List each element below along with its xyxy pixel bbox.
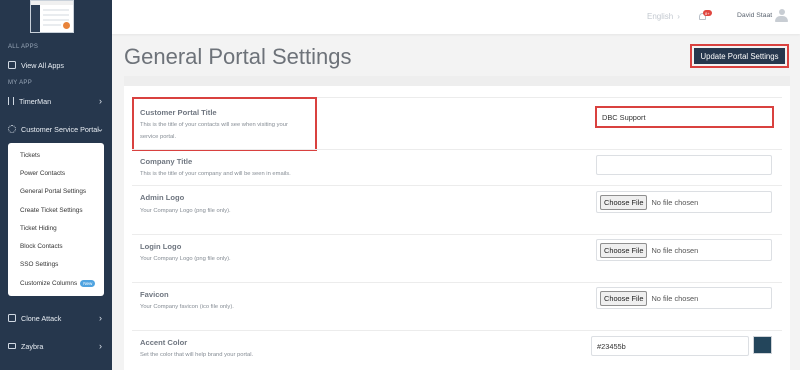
chevron-right-icon: › — [99, 96, 102, 106]
chevron-right-icon: › — [677, 12, 680, 21]
portal-title-label: Customer Portal Title — [140, 108, 217, 117]
row-divider — [132, 185, 782, 186]
page-title: General Portal Settings — [124, 44, 352, 69]
accent-color-swatch[interactable] — [753, 336, 772, 354]
sidebar-item-label: Customer Service Portal — [21, 124, 99, 134]
admin-logo-desc: Your Company Logo (png file only). — [140, 208, 231, 214]
notifications-bell[interactable]: 8+ — [698, 10, 712, 21]
avatar[interactable] — [775, 9, 788, 23]
company-title-label: Company Title — [140, 157, 193, 166]
sidebar-item-clone-attack[interactable]: Clone Attack › — [0, 307, 112, 329]
login-logo-file-input: Choose File No file chosen — [596, 239, 772, 261]
sidebar-item-zaybra[interactable]: Zaybra › — [0, 335, 112, 357]
sidebar-item-label: TimerMan — [19, 96, 52, 106]
chevron-right-icon: › — [99, 313, 102, 323]
submenu-item-power-contacts[interactable]: Power Contacts — [20, 170, 65, 177]
row-divider — [132, 234, 782, 235]
submenu-item-customize-columns[interactable]: Customize Columns New — [20, 280, 96, 288]
notification-count-badge: 8+ — [703, 10, 712, 16]
portal-title-desc-line1: This is the title of your contacts will … — [140, 122, 288, 128]
accent-color-desc: Set the color that will help brand your … — [140, 352, 254, 358]
row-divider — [132, 330, 782, 331]
new-badge: New — [80, 280, 96, 287]
submenu-item-sso-settings[interactable]: SSO Settings — [20, 261, 58, 268]
favicon-desc: Your Company favicon (ico file only). — [140, 304, 234, 310]
login-logo-file-status: No file chosen — [651, 245, 699, 255]
language-label: English — [647, 12, 674, 21]
row-divider — [132, 149, 782, 150]
clone-icon — [8, 314, 16, 322]
submenu-item-create-ticket-settings[interactable]: Create Ticket Settings — [20, 207, 83, 214]
chevron-right-icon: › — [99, 341, 102, 351]
user-name[interactable]: David Staat — [737, 12, 772, 19]
accent-color-input[interactable]: #23455b — [591, 336, 749, 356]
portal-submenu — [8, 143, 104, 296]
admin-logo-file-status: No file chosen — [651, 197, 699, 207]
sidebar-item-label: Zaybra — [21, 341, 44, 351]
section-label-my-app: MY APP — [8, 80, 33, 86]
sidebar-item-timerman[interactable]: TimerMan › — [0, 90, 112, 112]
favicon-choose-file-button[interactable]: Choose File — [600, 290, 648, 306]
submenu-item-label: Customize Columns — [20, 280, 78, 288]
portal-title-desc-line2: service portal. — [140, 134, 177, 140]
submenu-item-ticket-hiding[interactable]: Ticket Hiding — [20, 225, 57, 232]
favicon-label: Favicon — [140, 290, 169, 299]
language-selector[interactable]: English › — [647, 12, 680, 21]
section-label-all-apps: ALL APPS — [8, 44, 39, 50]
update-button-highlight: Update Portal Settings — [690, 44, 789, 68]
login-logo-label: Login Logo — [140, 242, 182, 251]
admin-logo-choose-file-button[interactable]: Choose File — [600, 194, 648, 210]
company-title-input[interactable] — [596, 155, 772, 175]
login-logo-choose-file-button[interactable]: Choose File — [600, 242, 648, 258]
top-bar: English › 8+ David Staat — [112, 0, 800, 34]
card-icon — [8, 343, 16, 349]
app-thumbnail[interactable] — [30, 0, 74, 33]
submenu-item-general-portal-settings[interactable]: General Portal Settings — [20, 188, 86, 195]
sidebar-item-label: View All Apps — [21, 60, 65, 70]
apps-icon — [8, 61, 16, 69]
sidebar-item-view-all-apps[interactable]: View All Apps — [0, 54, 112, 76]
company-title-desc: This is the title of your company and wi… — [140, 171, 291, 177]
submenu-item-block-contacts[interactable]: Block Contacts — [20, 243, 63, 250]
admin-logo-file-input: Choose File No file chosen — [596, 191, 772, 213]
submenu-item-tickets[interactable]: Tickets — [20, 152, 40, 159]
sidebar-item-label: Clone Attack — [21, 313, 62, 323]
gear-icon — [8, 125, 16, 133]
hourglass-icon — [8, 97, 14, 105]
accent-color-label: Accent Color — [140, 338, 188, 347]
sidebar-item-customer-service-portal[interactable]: Customer Service Portal ⌄ — [0, 118, 112, 140]
favicon-file-input: Choose File No file chosen — [596, 287, 772, 309]
portal-title-input[interactable]: DBC Support — [595, 106, 774, 128]
admin-logo-label: Admin Logo — [140, 193, 185, 202]
login-logo-desc: Your Company Logo (png file only). — [140, 256, 231, 262]
favicon-file-status: No file chosen — [651, 293, 699, 303]
row-divider — [132, 282, 782, 283]
chevron-down-icon: ⌄ — [96, 123, 104, 134]
update-portal-settings-button[interactable]: Update Portal Settings — [694, 48, 785, 64]
